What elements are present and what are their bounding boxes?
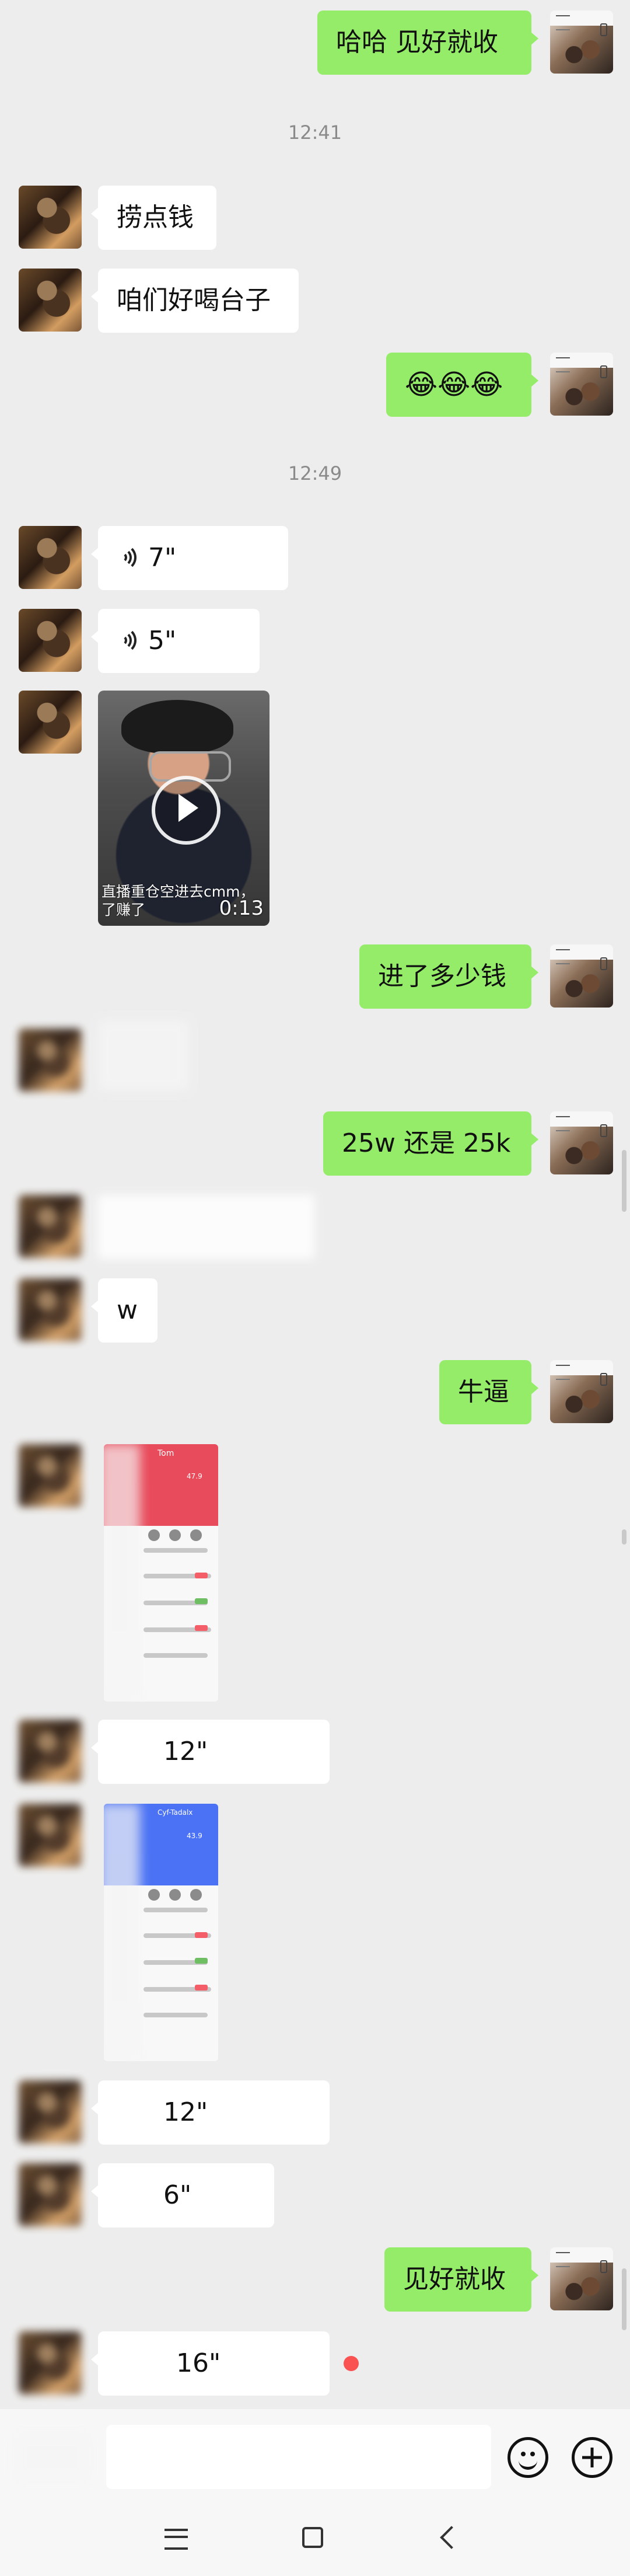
avatar-text-icon [556, 1116, 570, 1131]
message-out-4[interactable]: 25w 还是 25k [323, 1111, 538, 1176]
message-text: 牛逼 [458, 1377, 509, 1407]
image-message-1[interactable]: Tom 47.9 [104, 1444, 218, 1702]
screenshot-title: Cyf-Tadalx [158, 1808, 193, 1817]
avatar-text-icon [556, 1365, 570, 1380]
message-text: 进了多少钱 [378, 961, 506, 991]
voice-duration: 6" [163, 2180, 192, 2210]
scrollbar[interactable] [622, 2268, 626, 2330]
voice-message[interactable]: 12" [91, 2080, 330, 2145]
avatar-phone-icon [600, 1373, 607, 1386]
voice-message[interactable]: 16" [91, 2331, 330, 2396]
plus-icon[interactable] [572, 2437, 612, 2478]
blurred-message[interactable] [98, 1195, 314, 1259]
blurred-contact-avatar[interactable] [19, 1195, 82, 1258]
emoji-icon[interactable] [508, 2437, 548, 2478]
avatar-text-icon [556, 357, 570, 372]
message-in-2[interactable]: 咱们好喝台子 [91, 269, 299, 333]
message-text: 25w 还是 25k [342, 1128, 511, 1158]
video-person-hair [121, 700, 233, 754]
blurred-message-area [98, 1020, 188, 1090]
message-out-6[interactable]: 见好就收 [384, 2247, 538, 2312]
blurred-contact-avatar[interactable] [19, 1278, 82, 1341]
avatar-phone-icon [600, 365, 607, 378]
message-in-1[interactable]: 捞点钱 [91, 186, 216, 250]
contact-avatar[interactable] [19, 526, 82, 589]
screenshot-value: 43.9 [187, 1832, 202, 1840]
avatar-phone-icon [600, 2260, 607, 2273]
screenshot-title: Tom [158, 1449, 174, 1458]
voice-message[interactable]: 12" [91, 1720, 330, 1784]
emoji-text: 😂😂😂 [405, 368, 503, 401]
video-duration: 0:13 [219, 897, 264, 920]
screenshot-value: 47.9 [187, 1472, 202, 1480]
voice-duration: 16" [176, 2348, 221, 2378]
avatar-text-icon [556, 2252, 570, 2267]
blurred-contact-avatar[interactable] [19, 1444, 82, 1507]
voice-message[interactable]: 7" [91, 526, 288, 590]
blurred-contact-avatar[interactable] [19, 1029, 82, 1092]
back-icon[interactable] [440, 2526, 463, 2549]
my-avatar[interactable] [550, 944, 613, 1008]
message-text: w [117, 1295, 138, 1325]
message-text: 捞点钱 [117, 203, 194, 232]
avatar-phone-icon [600, 957, 607, 970]
scrollbar[interactable] [622, 1529, 626, 1545]
video-message[interactable]: 直播重仓空进去cmm，了赚了 0:13 [98, 691, 270, 926]
message-out-1[interactable]: 哈哈 见好就收 [317, 11, 538, 75]
voice-message[interactable]: 6" [91, 2163, 274, 2228]
message-text: 咱们好喝台子 [117, 285, 271, 315]
message-input[interactable] [106, 2425, 491, 2489]
voice-duration: 12" [163, 2097, 208, 2127]
message-in-3[interactable]: w [91, 1278, 158, 1343]
blurred-contact-avatar[interactable] [19, 2163, 82, 2226]
voice-duration: 5" [148, 626, 177, 656]
unread-dot [344, 2356, 359, 2371]
voice-duration: 7" [148, 543, 177, 573]
voice-duration: 12" [163, 1737, 208, 1766]
message-text: 见好就收 [403, 2264, 506, 2294]
avatar-text-icon [556, 949, 570, 964]
play-icon[interactable] [152, 776, 220, 845]
scrollbar[interactable] [622, 1150, 626, 1212]
menu-icon[interactable] [164, 2529, 188, 2550]
my-avatar[interactable] [550, 1360, 613, 1423]
contact-avatar[interactable] [19, 269, 82, 332]
blurred-contact-avatar[interactable] [19, 2080, 82, 2143]
voice-icon [117, 627, 136, 654]
contact-avatar[interactable] [19, 691, 82, 754]
contact-avatar[interactable] [19, 186, 82, 249]
my-avatar[interactable] [550, 11, 613, 74]
home-icon[interactable] [302, 2527, 323, 2548]
system-nav-bar [0, 2497, 630, 2576]
timestamp: 12:49 [288, 462, 342, 484]
message-text: 哈哈 见好就收 [336, 27, 498, 57]
my-avatar[interactable] [550, 1111, 613, 1174]
voice-icon [117, 544, 136, 571]
my-avatar[interactable] [550, 353, 613, 416]
timestamp: 12:41 [288, 121, 342, 144]
avatar-phone-icon [600, 23, 607, 36]
avatar-text-icon [556, 15, 570, 30]
message-out-2[interactable]: 😂😂😂 [386, 353, 538, 417]
message-out-3[interactable]: 进了多少钱 [359, 944, 538, 1009]
blurred-contact-avatar[interactable] [19, 1720, 82, 1783]
avatar-phone-icon [600, 1124, 607, 1137]
message-input-bar [0, 2409, 630, 2497]
voice-message[interactable]: 5" [91, 609, 260, 673]
image-message-2[interactable]: Cyf-Tadalx 43.9 [104, 1804, 218, 2061]
blurred-contact-avatar[interactable] [19, 1804, 82, 1867]
message-out-5[interactable]: 牛逼 [439, 1360, 538, 1424]
blurred-contact-avatar[interactable] [19, 2331, 82, 2394]
my-avatar[interactable] [550, 2247, 613, 2310]
contact-avatar[interactable] [19, 609, 82, 672]
